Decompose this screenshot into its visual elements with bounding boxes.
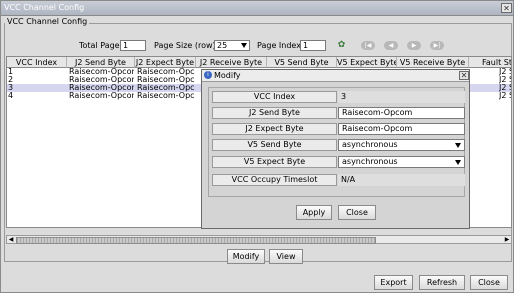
page-size-select[interactable]: 25 (214, 40, 250, 51)
first-page-button[interactable]: |◀ (361, 41, 375, 50)
modify-dialog: i Modify ✕ VCC Index 3 J2 Send Byte Raiseco… (201, 69, 470, 229)
chevron-down-icon (455, 143, 461, 148)
select-dropdown[interactable]: asynchronous (338, 156, 465, 168)
table-cell: 3 (8, 84, 14, 92)
table-cell: J2 Signal M (499, 68, 511, 76)
column-header[interactable]: J2 Send Byte (67, 57, 135, 68)
window-titlebar[interactable]: VCC Channel Config ✕ (1, 1, 513, 16)
table-cell: 1 (8, 68, 14, 76)
horizontal-scrollbar[interactable]: ◀ ▶ (6, 235, 512, 244)
table-cell: Raisecom-Opcom (69, 68, 134, 76)
readonly-value: N/A (338, 174, 465, 186)
select-value: asynchronous (342, 140, 398, 149)
page-index-input[interactable]: 1 (300, 40, 326, 51)
table-cell: Raisecom-Opcom (69, 76, 134, 84)
field-label: V5 Expect Byte (212, 156, 337, 168)
field-label: VCC Index (212, 91, 337, 103)
page-size-label: Page Size (row) (154, 41, 216, 50)
select-dropdown[interactable]: asynchronous (338, 139, 465, 151)
column-header[interactable]: V5 Send Byte (267, 57, 337, 68)
table-cell: Raisecom-Opcom (69, 92, 134, 100)
scrollbar-thumb[interactable] (16, 237, 376, 244)
prev-page-button[interactable]: ◀ (384, 41, 398, 50)
table-cell: Raisecom-Opcom (137, 84, 195, 92)
field-label: J2 Expect Byte (212, 123, 337, 135)
scroll-right-icon[interactable]: ▶ (503, 236, 511, 243)
field-label: V5 Send Byte (212, 139, 337, 151)
window-close-button[interactable]: ✕ (501, 3, 512, 13)
column-header[interactable]: V5 Expect Byte (337, 57, 397, 68)
next-page-button[interactable]: ▶ (407, 41, 421, 50)
table-cell: Raisecom-Opcom (137, 68, 195, 76)
table-cell: 2 (8, 76, 14, 84)
page-size-value: 25 (217, 41, 228, 50)
dialog-close-icon[interactable]: ✕ (459, 71, 469, 80)
column-header[interactable]: J2 Receive Byte (196, 57, 267, 68)
column-header[interactable]: VCC Index (7, 57, 67, 68)
refresh-button[interactable]: Refresh (419, 275, 465, 290)
field-label: J2 Send Byte (212, 107, 337, 119)
apply-button[interactable]: Apply (296, 205, 332, 220)
readonly-value: 3 (338, 91, 465, 103)
chevron-down-icon (241, 43, 247, 48)
modify-button[interactable]: Modify (227, 249, 265, 264)
column-header[interactable]: Fault St (469, 57, 511, 68)
column-header[interactable]: V5 Receive Byte (397, 57, 469, 68)
total-page-field: 1 (120, 40, 146, 51)
select-value: asynchronous (342, 157, 398, 166)
table-cell: J2 Signal M (499, 76, 511, 84)
last-page-button[interactable]: ▶| (430, 41, 444, 50)
scroll-left-icon[interactable]: ◀ (7, 236, 15, 243)
export-button[interactable]: Export (374, 275, 413, 290)
close-button[interactable]: Close (470, 275, 508, 290)
table-cell: J2 Signal M (499, 84, 511, 92)
table-cell: Raisecom-Opcom (137, 76, 195, 84)
column-header[interactable]: J2 Expect Byte (135, 57, 196, 68)
chevron-down-icon (455, 160, 461, 165)
view-button[interactable]: View (269, 249, 303, 264)
table-cell: 4 (8, 92, 14, 100)
window-title: VCC Channel Config (4, 3, 85, 12)
table-cell: Raisecom-Opcom (69, 84, 134, 92)
table-cell: J2 Signal M (499, 92, 511, 100)
total-page-label: Total Page (79, 41, 120, 50)
vcc-channel-config-window: VCC Channel Config ✕ VCC Channel Config … (0, 0, 514, 293)
text-input[interactable]: Raisecom-Opcom (338, 107, 465, 119)
dialog-titlebar[interactable]: i Modify ✕ (202, 70, 469, 82)
table-cell: Raisecom-Opcom (137, 92, 195, 100)
gear-refresh-icon[interactable]: ✿ (337, 41, 346, 50)
info-icon: i (204, 71, 212, 79)
dialog-close-button[interactable]: Close (338, 205, 376, 220)
field-label: VCC Occupy Timeslot (212, 174, 337, 186)
text-input[interactable]: Raisecom-Opcom (338, 123, 465, 135)
dialog-title: Modify (214, 71, 241, 80)
page-index-label: Page Index (257, 41, 301, 50)
group-legend: VCC Channel Config (5, 17, 90, 27)
